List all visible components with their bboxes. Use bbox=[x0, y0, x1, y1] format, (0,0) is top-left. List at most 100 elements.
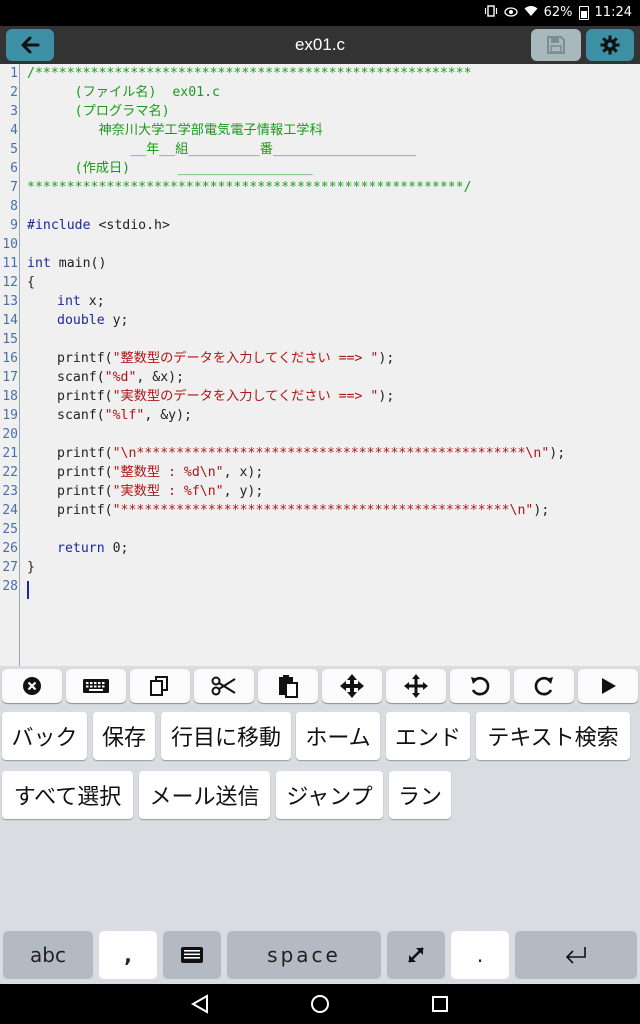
line-number: 4 bbox=[10, 123, 18, 138]
undo-key[interactable] bbox=[450, 669, 510, 703]
code-token: "%d" bbox=[104, 370, 137, 385]
code-token: y; bbox=[104, 313, 129, 328]
back-command-button[interactable]: バック bbox=[2, 712, 87, 760]
send-mail-button[interactable]: メール送信 bbox=[139, 771, 270, 819]
code-line: return 0; bbox=[57, 539, 128, 558]
nav-back-icon[interactable] bbox=[189, 994, 211, 1014]
clear-key[interactable] bbox=[2, 669, 62, 703]
keyboard-key[interactable] bbox=[66, 669, 126, 703]
line-number: 11 bbox=[2, 256, 18, 271]
keyboard-bottom-row: abc , space . bbox=[0, 930, 640, 984]
jump-button[interactable]: ジャンプ bbox=[276, 771, 383, 819]
line-number: 13 bbox=[2, 294, 18, 309]
line-number: 28 bbox=[2, 579, 18, 594]
line-number: 25 bbox=[2, 522, 18, 537]
comma-key[interactable]: , bbox=[99, 931, 157, 979]
code-token: "実数型 : %f\n" bbox=[112, 484, 224, 499]
undo-icon bbox=[471, 676, 490, 696]
eye-icon bbox=[503, 6, 518, 20]
line-number: 10 bbox=[2, 237, 18, 252]
code-line: (ファイル名) ex01.c bbox=[27, 85, 220, 100]
save-command-button[interactable]: 保存 bbox=[93, 712, 155, 760]
run-key[interactable] bbox=[578, 669, 638, 703]
file-title: ex01.c bbox=[294, 35, 346, 54]
code-token: printf( bbox=[57, 465, 113, 480]
abc-key[interactable]: abc bbox=[3, 931, 93, 979]
settings-button[interactable] bbox=[586, 29, 634, 61]
line-number: 9 bbox=[10, 218, 18, 233]
battery-icon bbox=[578, 5, 589, 20]
nav-home-icon[interactable] bbox=[309, 994, 331, 1014]
move-cursor-icon bbox=[340, 674, 364, 698]
code-token: <stdio.h> bbox=[90, 218, 170, 233]
period-key[interactable]: . bbox=[451, 931, 509, 979]
code-line: printf("実数型のデータを入力してください ==> "); bbox=[57, 387, 394, 406]
run-button[interactable]: ラン bbox=[389, 771, 451, 819]
floppy-disk-icon bbox=[547, 36, 565, 54]
code-line: int x; bbox=[57, 292, 105, 311]
edit-tool-row bbox=[0, 666, 640, 706]
redo-key[interactable] bbox=[514, 669, 574, 703]
code-token: scanf( bbox=[57, 370, 105, 385]
line-number: 23 bbox=[2, 484, 18, 499]
line-number: 5 bbox=[10, 142, 18, 157]
goto-line-button[interactable]: 行目に移動 bbox=[161, 712, 291, 760]
code-token: , y); bbox=[223, 484, 264, 499]
system-nav-bar bbox=[0, 984, 640, 1024]
command-menu: バック 保存 行目に移動 ホーム エンド テキスト検索 すべて選択 メール送信 … bbox=[0, 706, 640, 930]
code-editor[interactable]: 1 2 3 4 5 6 7 8 9 10 11 12 13 14 15 16 17 18 19 20 21 22 23 24 2… bbox=[0, 64, 640, 666]
end-button[interactable]: エンド bbox=[386, 712, 470, 760]
code-token: int bbox=[27, 256, 51, 271]
code-token: , &x); bbox=[136, 370, 185, 385]
code-token: "\n*************************************… bbox=[112, 446, 550, 461]
move-key[interactable] bbox=[386, 669, 446, 703]
code-token: x; bbox=[80, 294, 105, 309]
line-number-gutter: 1 2 3 4 5 6 7 8 9 10 11 12 13 14 15 16 17 18 19 20 21 22 23 24 2… bbox=[0, 64, 20, 666]
line-number: 20 bbox=[2, 427, 18, 442]
back-button[interactable] bbox=[6, 29, 54, 61]
code-token: printf( bbox=[57, 351, 113, 366]
select-move-key[interactable] bbox=[322, 669, 382, 703]
code-token: printf( bbox=[57, 484, 113, 499]
line-number: 15 bbox=[2, 332, 18, 347]
redo-icon bbox=[534, 676, 553, 696]
line-number: 6 bbox=[10, 161, 18, 176]
code-token: ); bbox=[378, 389, 395, 404]
code-line: printf("整数型のデータを入力してください ==> "); bbox=[57, 349, 394, 368]
emoji-key[interactable] bbox=[163, 931, 221, 979]
code-token: , x); bbox=[223, 465, 264, 480]
battery-percent: 62% bbox=[543, 5, 573, 20]
code-token: "整数型のデータを入力してください ==> " bbox=[112, 351, 379, 366]
space-key[interactable]: space bbox=[227, 931, 381, 979]
editor-toolbar: ex01.c bbox=[0, 26, 640, 64]
code-line: printf("整数型 : %d\n", x); bbox=[57, 463, 263, 482]
line-number: 21 bbox=[2, 446, 18, 461]
code-token: "***************************************… bbox=[112, 503, 534, 518]
play-icon bbox=[602, 678, 616, 694]
line-number: 7 bbox=[10, 180, 18, 195]
line-number: 18 bbox=[2, 389, 18, 404]
code-line: int main() bbox=[27, 254, 106, 273]
home-button[interactable]: ホーム bbox=[296, 712, 380, 760]
code-token: printf( bbox=[57, 503, 113, 518]
wifi-icon bbox=[524, 5, 538, 20]
text-search-button[interactable]: テキスト検索 bbox=[476, 712, 630, 760]
code-token: int bbox=[57, 294, 81, 309]
code-line: (プログラマ名) bbox=[27, 104, 170, 119]
line-number: 1 bbox=[10, 66, 18, 81]
move-icon bbox=[404, 674, 428, 698]
resize-key[interactable] bbox=[387, 931, 445, 979]
copy-key[interactable] bbox=[130, 669, 190, 703]
cut-key[interactable] bbox=[194, 669, 254, 703]
paste-key[interactable] bbox=[258, 669, 318, 703]
save-icon-button[interactable] bbox=[531, 29, 581, 61]
line-number: 26 bbox=[2, 541, 18, 556]
status-bar: 62% 11:24 bbox=[0, 0, 640, 26]
line-number: 24 bbox=[2, 503, 18, 518]
text-cursor bbox=[27, 581, 29, 599]
nav-recents-icon[interactable] bbox=[429, 994, 451, 1014]
enter-key[interactable] bbox=[515, 931, 637, 979]
select-all-button[interactable]: すべて選択 bbox=[2, 771, 133, 819]
close-circle-icon bbox=[23, 677, 41, 695]
code-line: } bbox=[27, 560, 35, 575]
